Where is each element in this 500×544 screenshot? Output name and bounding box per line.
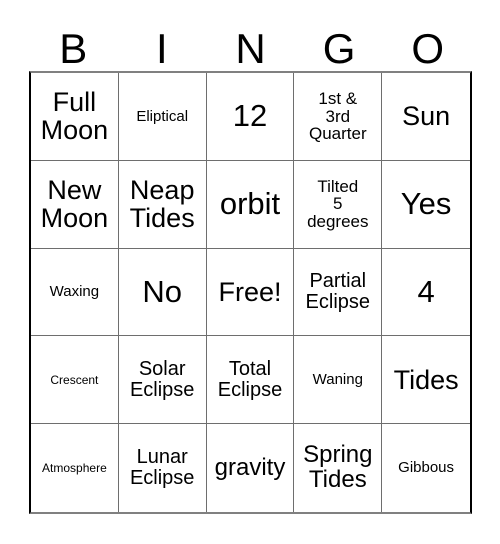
bingo-cell-label: Tilted 5 degrees bbox=[307, 176, 369, 232]
bingo-cell-label: Solar Eclipse bbox=[129, 357, 195, 401]
bingo-header-letter-i: I bbox=[156, 25, 168, 72]
bingo-cell-label: Yes bbox=[400, 186, 452, 222]
bingo-cell-r1c3[interactable]: 12 bbox=[206, 73, 295, 161]
bingo-cell-free-space[interactable]: Free! bbox=[206, 248, 295, 337]
bingo-header-letter-n: N bbox=[235, 25, 266, 72]
bingo-cell-r1c1[interactable]: Full Moon bbox=[31, 73, 119, 161]
bingo-cell-label: Neap Tides bbox=[129, 175, 195, 234]
bingo-cell-label: gravity bbox=[214, 453, 286, 481]
bingo-cell-label: Spring Tides bbox=[303, 441, 373, 494]
bingo-cell-r2c2[interactable]: Neap Tides bbox=[118, 160, 207, 249]
bingo-cell-r1c5[interactable]: Sun bbox=[382, 73, 470, 161]
bingo-cell-label: Eliptical bbox=[136, 107, 189, 125]
bingo-cell-label: Waning bbox=[312, 370, 363, 388]
bingo-cell-r2c3[interactable]: orbit bbox=[206, 160, 295, 249]
bingo-header-letter-g: G bbox=[322, 25, 356, 72]
bingo-cell-r5c3[interactable]: gravity bbox=[206, 424, 295, 512]
bingo-cell-label: No bbox=[142, 273, 183, 309]
bingo-cell-r2c5[interactable]: Yes bbox=[382, 160, 470, 249]
bingo-grid: Full Moon Eliptical 12 1st & 3rd Quarter… bbox=[29, 71, 472, 514]
bingo-cell-r4c2[interactable]: Solar Eclipse bbox=[118, 336, 207, 425]
bingo-header-letter-o: O bbox=[411, 25, 444, 72]
bingo-cell-r4c5[interactable]: Tides bbox=[382, 336, 470, 425]
bingo-cell-label: New Moon bbox=[40, 175, 109, 234]
bingo-cell-r3c1[interactable]: Waxing bbox=[31, 248, 119, 337]
bingo-cell-r2c4[interactable]: Tilted 5 degrees bbox=[294, 160, 383, 249]
bingo-cell-r5c4[interactable]: Spring Tides bbox=[294, 424, 383, 512]
bingo-cell-label: Total Eclipse bbox=[217, 357, 283, 401]
bingo-free-space-label: Free! bbox=[218, 276, 282, 307]
bingo-cell-r1c4[interactable]: 1st & 3rd Quarter bbox=[294, 73, 383, 161]
bingo-cell-r2c1[interactable]: New Moon bbox=[31, 160, 119, 249]
bingo-card: B I N G O Full Moon Eliptical 12 1st & 3… bbox=[0, 0, 500, 544]
bingo-cell-label: 1st & 3rd Quarter bbox=[308, 88, 367, 144]
bingo-cell-r4c1[interactable]: Crescent bbox=[31, 336, 119, 425]
bingo-cell-label: Full Moon bbox=[40, 87, 109, 146]
bingo-header-row: B I N G O bbox=[29, 18, 472, 71]
bingo-cell-r5c1[interactable]: Atmosphere bbox=[31, 424, 119, 512]
bingo-cell-r4c3[interactable]: Total Eclipse bbox=[206, 336, 295, 425]
bingo-cell-label: Atmosphere bbox=[42, 460, 107, 475]
bingo-cell-label: Crescent bbox=[50, 372, 99, 387]
bingo-cell-r3c4[interactable]: Partial Eclipse bbox=[294, 248, 383, 337]
bingo-cell-label: 4 bbox=[417, 273, 435, 309]
bingo-cell-r5c2[interactable]: Lunar Eclipse bbox=[118, 424, 207, 512]
bingo-cell-label: orbit bbox=[219, 186, 281, 222]
bingo-cell-label: Lunar Eclipse bbox=[129, 446, 195, 490]
bingo-cell-label: Waxing bbox=[49, 283, 100, 301]
bingo-cell-label: 12 bbox=[232, 98, 268, 134]
bingo-cell-r3c2[interactable]: No bbox=[118, 248, 207, 337]
bingo-cell-r1c2[interactable]: Eliptical bbox=[118, 73, 207, 161]
bingo-cell-r5c5[interactable]: Gibbous bbox=[382, 424, 470, 512]
bingo-header-letter-b: B bbox=[59, 25, 88, 72]
bingo-cell-r3c5[interactable]: 4 bbox=[382, 248, 470, 337]
bingo-cell-label: Sun bbox=[402, 101, 451, 132]
bingo-cell-label: Gibbous bbox=[398, 459, 455, 477]
bingo-cell-r4c4[interactable]: Waning bbox=[294, 336, 383, 425]
bingo-cell-label: Partial Eclipse bbox=[305, 270, 371, 313]
bingo-cell-label: Tides bbox=[393, 364, 459, 395]
